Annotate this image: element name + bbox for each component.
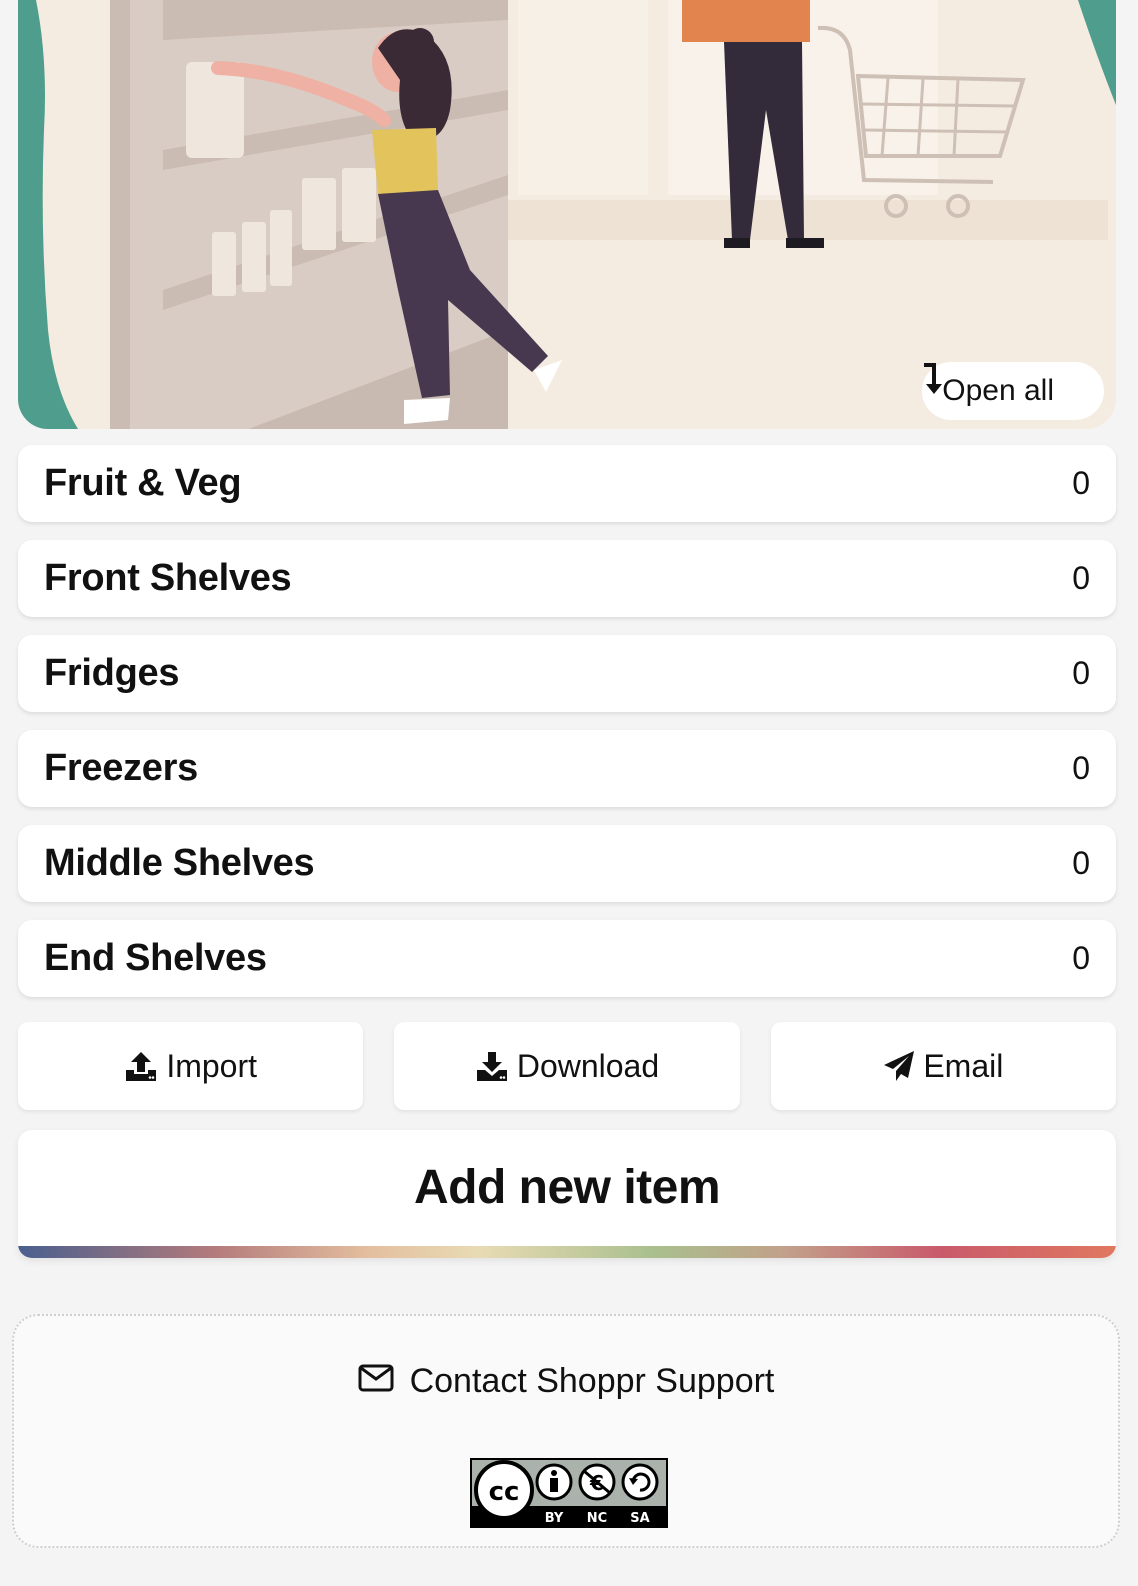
section-item-count: 0 [1072,750,1090,786]
footer: Contact Shoppr Support cc € BY NC SA [12,1314,1120,1548]
download-icon [475,1050,509,1082]
rainbow-accent-bar [18,1246,1116,1258]
section-name: Fruit & Veg [44,462,242,504]
svg-text:cc: cc [489,1477,520,1507]
section-item-count: 0 [1072,940,1090,976]
download-button[interactable]: Download [394,1022,740,1110]
license-by-text: BY [545,1511,564,1526]
import-button[interactable]: Import [18,1022,364,1110]
page-bottom-edge [0,1566,1138,1586]
section-name: Front Shelves [44,557,292,599]
section-row-middle-shelves[interactable]: Middle Shelves 0 [18,825,1116,902]
action-bar: Import Download Email [18,1022,1116,1110]
contact-support-link[interactable]: Contact Shoppr Support [14,1362,1118,1401]
paper-plane-icon [883,1050,915,1082]
section-row-front-shelves[interactable]: Front Shelves 0 [18,540,1116,617]
section-row-fruit-veg[interactable]: Fruit & Veg 0 [18,445,1116,522]
hero-banner: Open all [18,0,1116,429]
license-nc-text: NC [587,1511,607,1526]
section-item-count: 0 [1072,655,1090,691]
section-item-count: 0 [1072,560,1090,596]
shopping-list-page: Open all Fruit & Veg 0 Front Shelves 0 F… [0,0,1138,1586]
section-item-count: 0 [1072,845,1090,881]
import-label: Import [166,1047,257,1084]
upload-icon [124,1050,158,1082]
arrow-down-turn-icon [924,363,1086,408]
creative-commons-license-badge[interactable]: cc € BY NC SA [470,1458,668,1528]
open-all-label: Open all [942,374,1054,407]
add-new-item-button[interactable]: Add new item [18,1130,1116,1258]
envelope-icon [358,1362,394,1401]
email-label: Email [923,1047,1004,1084]
section-list: Fruit & Veg 0 Front Shelves 0 Fridges 0 … [18,445,1116,1015]
section-row-freezers[interactable]: Freezers 0 [18,730,1116,807]
download-label: Download [516,1047,660,1084]
section-item-count: 0 [1072,465,1090,501]
section-name: Fridges [44,652,180,694]
license-sa-text: SA [630,1511,649,1526]
add-new-item-label: Add new item [413,1161,721,1214]
contact-support-label: Contact Shoppr Support [409,1362,775,1400]
section-name: Middle Shelves [44,842,315,884]
open-all-button[interactable]: Open all [922,362,1104,420]
section-row-end-shelves[interactable]: End Shelves 0 [18,920,1116,997]
section-row-fridges[interactable]: Fridges 0 [18,635,1116,712]
email-button[interactable]: Email [770,1022,1116,1110]
section-name: Freezers [44,747,198,789]
section-name: End Shelves [44,937,267,979]
